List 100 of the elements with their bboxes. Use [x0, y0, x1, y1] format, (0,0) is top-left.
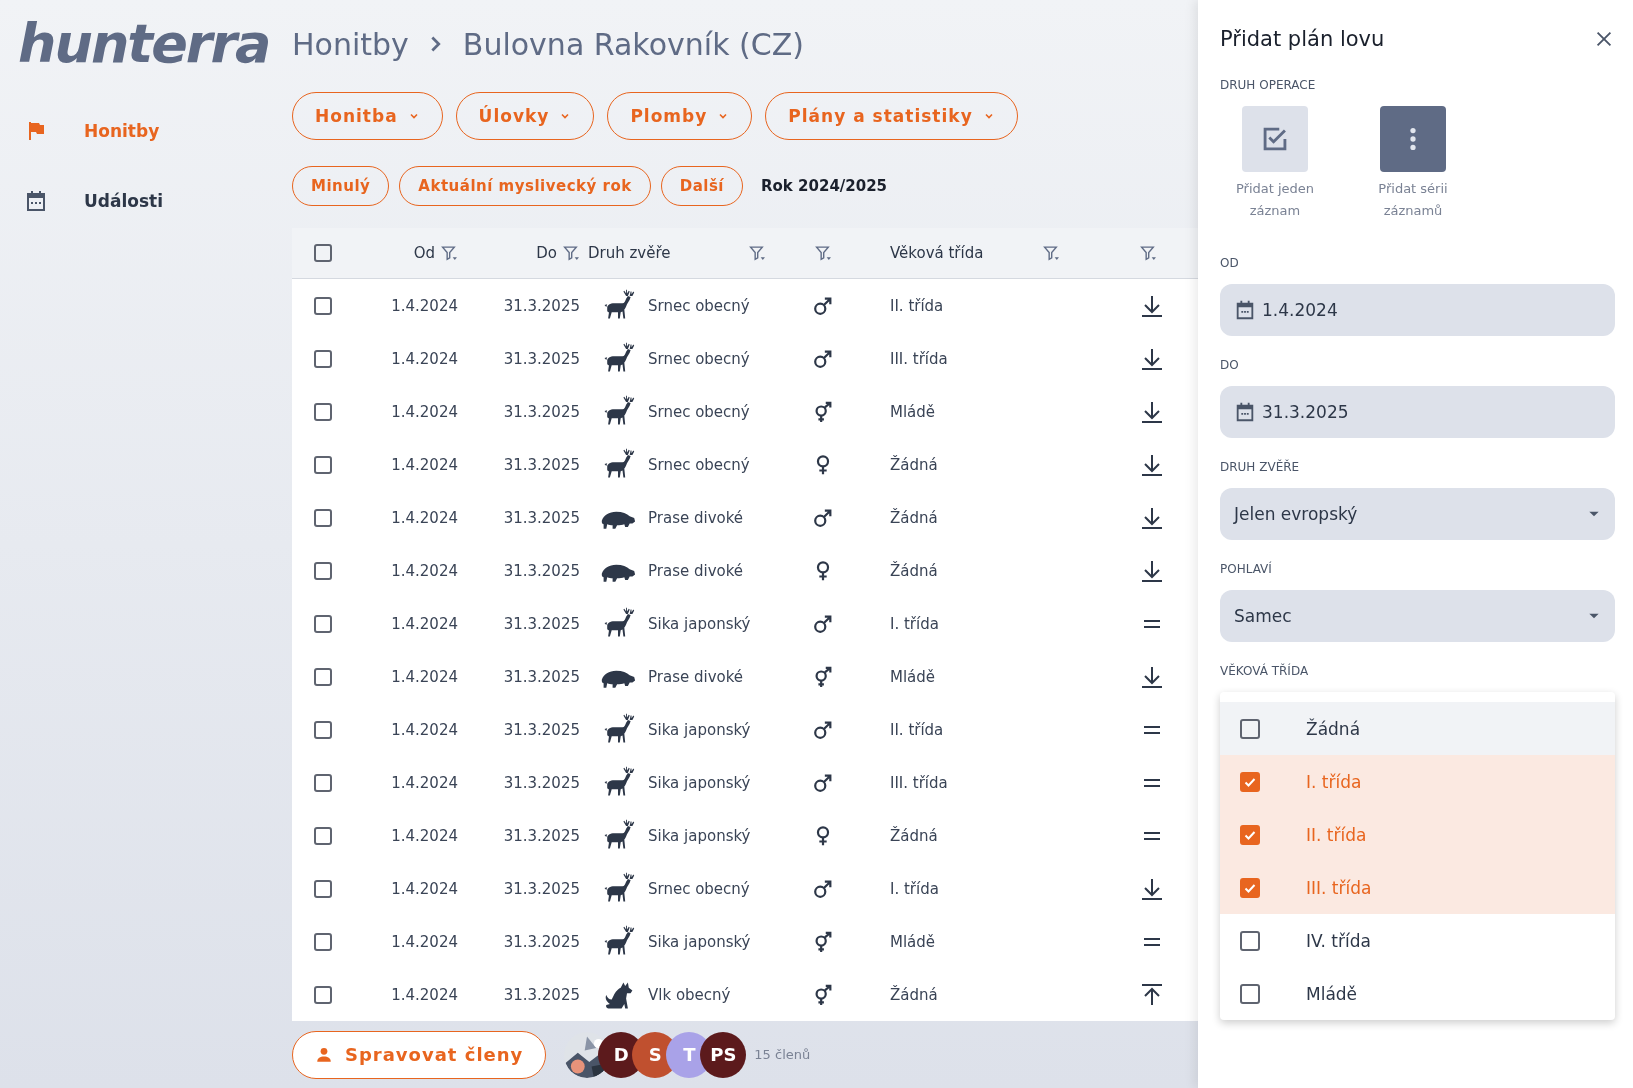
table-cell: 1.4.2024	[391, 614, 458, 633]
field-label: VĚKOVÁ TŘÍDA	[1220, 664, 1310, 678]
table-cell: Žádná	[890, 826, 938, 845]
calendar-icon	[24, 189, 48, 213]
checkbox[interactable]	[1240, 877, 1260, 898]
table-cell: Vlk obecný	[648, 985, 731, 1004]
filter-icon[interactable]	[1043, 244, 1060, 262]
menu-option[interactable]: III. třída	[1220, 861, 1615, 914]
column-header[interactable]: Od	[413, 244, 435, 262]
table-cell: 31.3.2025	[503, 508, 580, 527]
checkbox[interactable]	[314, 614, 332, 633]
breadcrumb-link[interactable]: Honitby	[292, 26, 409, 62]
checkbox[interactable]	[1240, 930, 1260, 951]
table-cell: 31.3.2025	[503, 455, 580, 474]
table-cell: Mládě	[890, 667, 936, 686]
equals-icon	[1143, 831, 1161, 840]
manage-members-button[interactable]: Spravovat členy	[292, 1030, 547, 1079]
table-cell: Srnec obecný	[648, 296, 750, 315]
equals-icon	[1143, 778, 1161, 787]
table-cell: Srnec obecný	[648, 879, 750, 898]
table-cell: Mládě	[890, 402, 936, 421]
date-field[interactable]: 31.3.2025	[1220, 386, 1615, 438]
menu-option[interactable]: Mládě	[1220, 967, 1615, 1020]
checkbox[interactable]	[314, 402, 332, 421]
checkbox[interactable]	[1240, 718, 1260, 739]
checkbox[interactable]	[314, 879, 332, 898]
table-cell: Žádná	[890, 508, 938, 527]
year-label: Rok 2024/2025	[761, 177, 888, 195]
arrow-down-icon	[1140, 293, 1164, 318]
checkbox[interactable]	[314, 296, 332, 315]
date-field[interactable]: 1.4.2024	[1220, 284, 1615, 336]
table-cell: III. třída	[890, 349, 948, 368]
member-count: 15 členů	[754, 1047, 811, 1062]
checkbox[interactable]	[314, 773, 332, 792]
filter-icon[interactable]	[441, 244, 458, 262]
checkbox[interactable]	[1240, 983, 1260, 1004]
menu-option[interactable]: Žádná	[1220, 702, 1615, 755]
sex-select[interactable]: Samec	[1220, 590, 1615, 642]
sidebar-item[interactable]: Události	[0, 166, 292, 236]
table-cell: 31.3.2025	[503, 826, 580, 845]
menu-option[interactable]: I. třída	[1220, 755, 1615, 808]
field-label: POHLAVÍ	[1220, 562, 1273, 576]
checkbox[interactable]	[314, 561, 332, 580]
table-cell: 31.3.2025	[503, 561, 580, 580]
table-cell: 1.4.2024	[391, 349, 458, 368]
checkbox[interactable]	[314, 667, 332, 686]
equals-icon	[1143, 725, 1161, 734]
equals-icon	[1143, 619, 1161, 628]
person-icon	[315, 1045, 333, 1064]
table-cell: 1.4.2024	[391, 296, 458, 315]
breadcrumb-current: Bulovna Rakovník (CZ)	[462, 26, 804, 62]
more-icon	[1410, 127, 1416, 151]
table-cell: 31.3.2025	[503, 402, 580, 421]
arrow-down-icon	[1140, 452, 1164, 477]
operation-option[interactable]: Přidat jeden záznam	[1220, 106, 1330, 222]
sidebar-item[interactable]: Honitby	[0, 96, 292, 166]
table-cell: Sika japonský	[648, 720, 751, 739]
table-cell: III. třída	[890, 773, 948, 792]
checkbox[interactable]	[314, 932, 332, 951]
table-cell: 31.3.2025	[503, 296, 580, 315]
checkbox[interactable]	[314, 720, 332, 739]
panel-title: Přidat plán lovu	[1220, 27, 1385, 51]
menu-option[interactable]: IV. třída	[1220, 914, 1615, 967]
table-cell: Prase divoké	[648, 508, 744, 527]
filter-icon[interactable]	[749, 244, 766, 262]
menu-option[interactable]: II. třída	[1220, 808, 1615, 861]
column-header[interactable]: Věková třída	[890, 244, 984, 262]
table-cell: 1.4.2024	[391, 773, 458, 792]
table-cell: Sika japonský	[648, 614, 751, 633]
arrow-down-icon	[1140, 558, 1164, 583]
calendar-icon	[1234, 401, 1256, 423]
checkbox[interactable]	[1240, 824, 1260, 845]
filter-icon[interactable]	[1140, 244, 1157, 262]
table-cell: 1.4.2024	[391, 508, 458, 527]
column-header[interactable]: Do	[536, 244, 557, 262]
calendar-icon	[1234, 299, 1256, 321]
filter-icon[interactable]	[563, 244, 580, 262]
checkbox[interactable]	[314, 455, 332, 474]
checkbox[interactable]	[314, 826, 332, 845]
table-cell: Sika japonský	[648, 826, 751, 845]
checkbox[interactable]	[314, 985, 332, 1004]
table-cell: 1.4.2024	[391, 985, 458, 1004]
column-header[interactable]: Druh zvěře	[588, 244, 671, 262]
table-cell: 31.3.2025	[503, 720, 580, 739]
field-label: DO	[1220, 358, 1240, 372]
table-cell: II. třída	[890, 296, 944, 315]
equals-icon	[1143, 937, 1161, 946]
operation-option[interactable]: Přidat sérii záznamů	[1358, 106, 1468, 222]
filter-icon[interactable]	[814, 244, 832, 262]
checkbox[interactable]	[314, 508, 332, 527]
table-cell: I. třída	[890, 879, 939, 898]
checkbox[interactable]	[314, 244, 332, 262]
table-cell: 31.3.2025	[503, 773, 580, 792]
checkbox[interactable]	[1240, 771, 1260, 792]
species-select[interactable]: Jelen evropský	[1220, 488, 1615, 540]
checkbox[interactable]	[314, 349, 332, 368]
table-cell: Srnec obecný	[648, 349, 750, 368]
table-cell: 31.3.2025	[503, 879, 580, 898]
table-cell: 31.3.2025	[503, 932, 580, 951]
table-cell: 1.4.2024	[391, 720, 458, 739]
